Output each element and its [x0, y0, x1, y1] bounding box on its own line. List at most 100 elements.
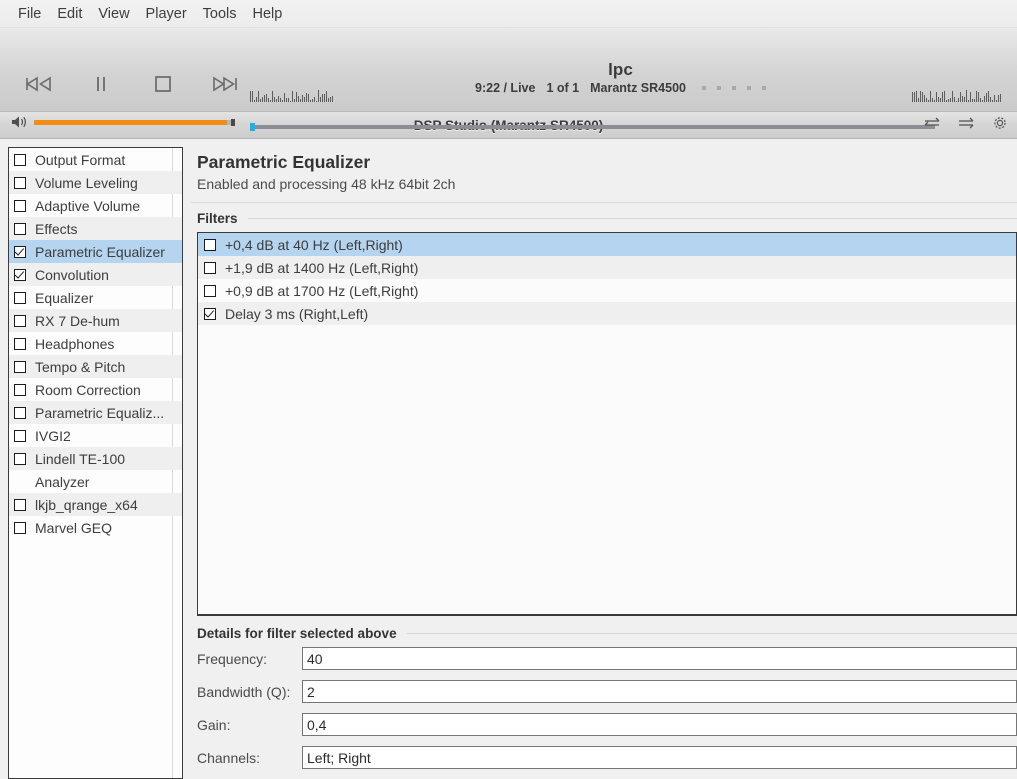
continue-button[interactable] — [957, 116, 975, 134]
checkbox-icon[interactable] — [14, 429, 26, 442]
checkbox-icon[interactable] — [14, 498, 26, 511]
checkbox-icon[interactable] — [204, 284, 216, 297]
checkbox-icon[interactable] — [14, 360, 26, 373]
sidebar-item-headphones[interactable]: Headphones — [9, 332, 182, 355]
sidebar-item-room-correction[interactable]: Room Correction — [9, 378, 182, 401]
sidebar-item-label: Room Correction — [35, 381, 141, 398]
waveform-bar — [298, 96, 299, 102]
settings-button[interactable] — [991, 116, 1009, 134]
divider — [191, 202, 1017, 203]
sidebar-item-adaptive-volume[interactable]: Adaptive Volume — [9, 194, 182, 217]
waveform-bar — [998, 95, 999, 102]
filter-row[interactable]: +1,9 dB at 1400 Hz (Left,Right) — [198, 256, 1016, 279]
rating-dots[interactable] — [701, 86, 766, 90]
volume-slider[interactable] — [34, 118, 235, 126]
details-section-header: Details for filter selected above — [197, 626, 1017, 641]
checkbox-icon[interactable] — [14, 199, 26, 212]
output-device: Marantz SR4500 — [590, 81, 686, 95]
rating-dot[interactable] — [761, 86, 766, 90]
checkbox-icon[interactable] — [14, 383, 26, 396]
pause-button[interactable] — [84, 70, 118, 98]
waveform-bar — [974, 99, 975, 102]
seek-bar-row — [250, 123, 935, 131]
menu-item-help[interactable]: Help — [245, 4, 291, 24]
waveform-bar — [314, 97, 315, 102]
checkbox-icon[interactable] — [14, 452, 26, 465]
pause-icon — [93, 74, 109, 94]
checkbox-icon[interactable] — [14, 337, 26, 350]
volume-slider-knob[interactable] — [231, 118, 235, 126]
seek-bar[interactable] — [250, 123, 935, 131]
shuffle-icon — [923, 116, 941, 135]
rating-dot[interactable] — [746, 86, 751, 90]
filter-row[interactable]: Delay 3 ms (Right,Left) — [198, 302, 1016, 325]
sidebar-item-effects[interactable]: Effects — [9, 217, 182, 240]
checkbox-icon[interactable] — [204, 307, 216, 320]
rating-dot[interactable] — [731, 86, 736, 90]
seek-position-marker[interactable] — [250, 123, 255, 131]
filter-label: +1,9 dB at 1400 Hz (Left,Right) — [225, 259, 419, 276]
checkbox-icon[interactable] — [14, 222, 26, 235]
stop-button[interactable] — [146, 70, 180, 98]
filter-row[interactable]: +0,4 dB at 40 Hz (Left,Right) — [198, 233, 1016, 256]
filter-row[interactable]: +0,9 dB at 1700 Hz (Left,Right) — [198, 279, 1016, 302]
rating-dot[interactable] — [701, 86, 706, 90]
sidebar-item-ivgi2[interactable]: IVGI2 — [9, 424, 182, 447]
bandwidth-q-input[interactable] — [302, 680, 1017, 703]
gain-input[interactable] — [302, 713, 1017, 736]
checkbox-icon[interactable] — [14, 153, 26, 166]
checkbox-icon[interactable] — [14, 521, 26, 534]
menu-item-file[interactable]: File — [10, 4, 49, 24]
checkbox-icon[interactable] — [14, 245, 26, 258]
checkbox-icon[interactable] — [204, 238, 216, 251]
rating-dot[interactable] — [716, 86, 721, 90]
page-title: Parametric Equalizer — [197, 152, 371, 172]
sidebar-item-tempo-pitch[interactable]: Tempo & Pitch — [9, 355, 182, 378]
waveform-bar — [264, 95, 265, 102]
waveform-bar — [962, 96, 963, 102]
checkbox-icon[interactable] — [14, 406, 26, 419]
detail-field-row: Frequency: — [197, 647, 1017, 670]
sidebar-item-marvel-geq[interactable]: Marvel GEQ — [9, 516, 182, 539]
waveform-bar — [320, 97, 321, 102]
volume-control[interactable] — [10, 114, 235, 130]
sidebar-item-label: Adaptive Volume — [35, 197, 141, 214]
details-header-line — [406, 633, 1017, 634]
waveform-bar — [940, 98, 941, 102]
waveform-bar — [276, 99, 277, 102]
dsp-plugin-list: Output Format Volume Leveling Adaptive Vol… — [8, 147, 183, 779]
sidebar-item-analyzer[interactable]: Analyzer — [9, 470, 182, 493]
menu-bar: File Edit View Player Tools Help — [0, 0, 1017, 28]
shuffle-button[interactable] — [923, 116, 941, 134]
next-track-button[interactable] — [208, 70, 242, 98]
detail-field-label: Gain: — [197, 716, 231, 733]
filters-list[interactable]: +0,4 dB at 40 Hz (Left,Right) +1,9 dB at … — [197, 232, 1017, 615]
menu-item-view[interactable]: View — [90, 4, 137, 24]
waveform-bar — [288, 98, 289, 102]
details-label: Details for filter selected above — [197, 626, 397, 641]
sidebar-item-equalizer[interactable]: Equalizer — [9, 286, 182, 309]
sidebar-item-output-format[interactable]: Output Format — [9, 148, 182, 171]
waveform-bar — [304, 97, 305, 102]
menu-item-edit[interactable]: Edit — [49, 4, 90, 24]
sidebar-item-parametric-equalizer[interactable]: Parametric Equalizer — [9, 240, 182, 263]
checkbox-icon[interactable] — [204, 261, 216, 274]
menu-item-tools[interactable]: Tools — [195, 4, 245, 24]
sidebar-item-volume-leveling[interactable]: Volume Leveling — [9, 171, 182, 194]
checkbox-icon[interactable] — [14, 268, 26, 281]
channels-input[interactable] — [302, 746, 1017, 769]
frequency-input[interactable] — [302, 647, 1017, 670]
sidebar-item-parametric-equaliz[interactable]: Parametric Equaliz... — [9, 401, 182, 424]
sidebar-item-lkjb-qrange-x64[interactable]: lkjb_qrange_x64 — [9, 493, 182, 516]
menu-item-player[interactable]: Player — [138, 4, 195, 24]
checkbox-icon[interactable] — [14, 291, 26, 304]
waveform-bar — [980, 98, 981, 102]
checkbox-icon[interactable] — [14, 314, 26, 327]
sidebar-item-convolution[interactable]: Convolution — [9, 263, 182, 286]
sidebar-item-lindell-te-100[interactable]: Lindell TE-100 — [9, 447, 182, 470]
checkbox-icon[interactable] — [14, 176, 26, 189]
sidebar-item-rx-7-de-hum[interactable]: RX 7 De-hum — [9, 309, 182, 332]
skip-backward-icon — [24, 74, 54, 94]
waveform-bar — [938, 97, 939, 102]
previous-track-button[interactable] — [22, 70, 56, 98]
